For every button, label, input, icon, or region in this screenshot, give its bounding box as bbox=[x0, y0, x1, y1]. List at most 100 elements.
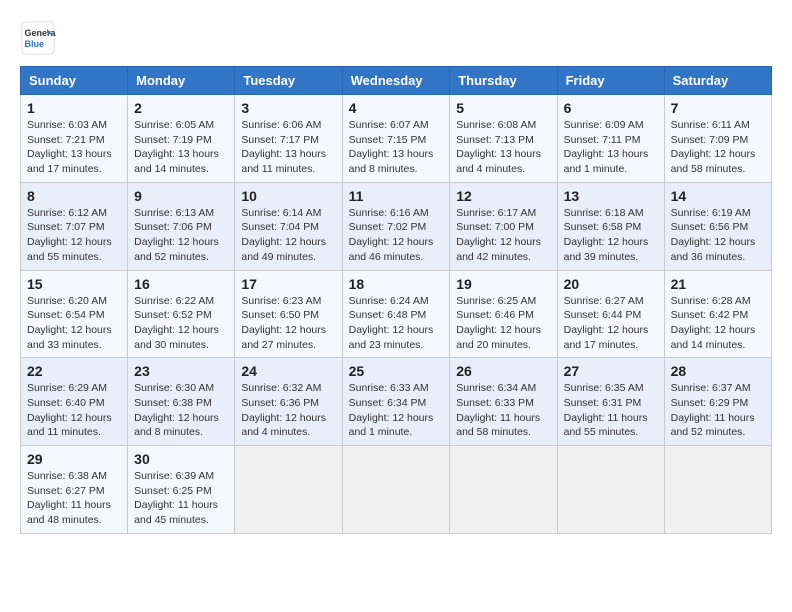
day-info: Sunrise: 6:37 AM Sunset: 6:29 PM Dayligh… bbox=[671, 381, 765, 440]
day-info: Sunrise: 6:27 AM Sunset: 6:44 PM Dayligh… bbox=[564, 294, 658, 353]
day-number: 26 bbox=[456, 363, 550, 379]
day-info: Sunrise: 6:05 AM Sunset: 7:19 PM Dayligh… bbox=[134, 118, 228, 177]
day-cell-30: 30 Sunrise: 6:39 AM Sunset: 6:25 PM Dayl… bbox=[128, 446, 235, 534]
day-number: 22 bbox=[27, 363, 121, 379]
day-number: 2 bbox=[134, 100, 228, 116]
day-info: Sunrise: 6:11 AM Sunset: 7:09 PM Dayligh… bbox=[671, 118, 765, 177]
day-cell-1: 1 Sunrise: 6:03 AM Sunset: 7:21 PM Dayli… bbox=[21, 95, 128, 183]
calendar-week-row: 8 Sunrise: 6:12 AM Sunset: 7:07 PM Dayli… bbox=[21, 182, 772, 270]
day-number: 5 bbox=[456, 100, 550, 116]
empty-cell bbox=[235, 446, 342, 534]
empty-cell bbox=[664, 446, 771, 534]
day-cell-13: 13 Sunrise: 6:18 AM Sunset: 6:58 PM Dayl… bbox=[557, 182, 664, 270]
day-info: Sunrise: 6:23 AM Sunset: 6:50 PM Dayligh… bbox=[241, 294, 335, 353]
day-info: Sunrise: 6:17 AM Sunset: 7:00 PM Dayligh… bbox=[456, 206, 550, 265]
empty-cell bbox=[450, 446, 557, 534]
day-cell-6: 6 Sunrise: 6:09 AM Sunset: 7:11 PM Dayli… bbox=[557, 95, 664, 183]
day-info: Sunrise: 6:03 AM Sunset: 7:21 PM Dayligh… bbox=[27, 118, 121, 177]
day-number: 16 bbox=[134, 276, 228, 292]
day-cell-29: 29 Sunrise: 6:38 AM Sunset: 6:27 PM Dayl… bbox=[21, 446, 128, 534]
day-cell-4: 4 Sunrise: 6:07 AM Sunset: 7:15 PM Dayli… bbox=[342, 95, 450, 183]
day-info: Sunrise: 6:08 AM Sunset: 7:13 PM Dayligh… bbox=[456, 118, 550, 177]
logo-icon: General Blue bbox=[20, 20, 56, 56]
day-number: 3 bbox=[241, 100, 335, 116]
page-header: General Blue bbox=[20, 20, 772, 56]
day-cell-22: 22 Sunrise: 6:29 AM Sunset: 6:40 PM Dayl… bbox=[21, 358, 128, 446]
column-header-sunday: Sunday bbox=[21, 67, 128, 95]
day-info: Sunrise: 6:39 AM Sunset: 6:25 PM Dayligh… bbox=[134, 469, 228, 528]
empty-cell bbox=[342, 446, 450, 534]
day-info: Sunrise: 6:32 AM Sunset: 6:36 PM Dayligh… bbox=[241, 381, 335, 440]
day-cell-7: 7 Sunrise: 6:11 AM Sunset: 7:09 PM Dayli… bbox=[664, 95, 771, 183]
day-number: 9 bbox=[134, 188, 228, 204]
day-number: 4 bbox=[349, 100, 444, 116]
day-number: 18 bbox=[349, 276, 444, 292]
day-info: Sunrise: 6:18 AM Sunset: 6:58 PM Dayligh… bbox=[564, 206, 658, 265]
day-number: 23 bbox=[134, 363, 228, 379]
day-number: 27 bbox=[564, 363, 658, 379]
day-info: Sunrise: 6:19 AM Sunset: 6:56 PM Dayligh… bbox=[671, 206, 765, 265]
day-cell-15: 15 Sunrise: 6:20 AM Sunset: 6:54 PM Dayl… bbox=[21, 270, 128, 358]
day-number: 12 bbox=[456, 188, 550, 204]
day-cell-2: 2 Sunrise: 6:05 AM Sunset: 7:19 PM Dayli… bbox=[128, 95, 235, 183]
svg-text:Blue: Blue bbox=[25, 39, 45, 49]
day-number: 29 bbox=[27, 451, 121, 467]
day-info: Sunrise: 6:22 AM Sunset: 6:52 PM Dayligh… bbox=[134, 294, 228, 353]
calendar-week-row: 1 Sunrise: 6:03 AM Sunset: 7:21 PM Dayli… bbox=[21, 95, 772, 183]
day-info: Sunrise: 6:35 AM Sunset: 6:31 PM Dayligh… bbox=[564, 381, 658, 440]
day-info: Sunrise: 6:16 AM Sunset: 7:02 PM Dayligh… bbox=[349, 206, 444, 265]
day-number: 11 bbox=[349, 188, 444, 204]
day-info: Sunrise: 6:28 AM Sunset: 6:42 PM Dayligh… bbox=[671, 294, 765, 353]
day-info: Sunrise: 6:12 AM Sunset: 7:07 PM Dayligh… bbox=[27, 206, 121, 265]
day-number: 28 bbox=[671, 363, 765, 379]
day-cell-28: 28 Sunrise: 6:37 AM Sunset: 6:29 PM Dayl… bbox=[664, 358, 771, 446]
calendar-week-row: 22 Sunrise: 6:29 AM Sunset: 6:40 PM Dayl… bbox=[21, 358, 772, 446]
day-number: 10 bbox=[241, 188, 335, 204]
day-info: Sunrise: 6:14 AM Sunset: 7:04 PM Dayligh… bbox=[241, 206, 335, 265]
day-info: Sunrise: 6:30 AM Sunset: 6:38 PM Dayligh… bbox=[134, 381, 228, 440]
day-cell-23: 23 Sunrise: 6:30 AM Sunset: 6:38 PM Dayl… bbox=[128, 358, 235, 446]
calendar-table: SundayMondayTuesdayWednesdayThursdayFrid… bbox=[20, 66, 772, 534]
column-header-saturday: Saturday bbox=[664, 67, 771, 95]
day-cell-5: 5 Sunrise: 6:08 AM Sunset: 7:13 PM Dayli… bbox=[450, 95, 557, 183]
day-cell-26: 26 Sunrise: 6:34 AM Sunset: 6:33 PM Dayl… bbox=[450, 358, 557, 446]
day-number: 20 bbox=[564, 276, 658, 292]
day-cell-11: 11 Sunrise: 6:16 AM Sunset: 7:02 PM Dayl… bbox=[342, 182, 450, 270]
day-info: Sunrise: 6:24 AM Sunset: 6:48 PM Dayligh… bbox=[349, 294, 444, 353]
calendar-body: 1 Sunrise: 6:03 AM Sunset: 7:21 PM Dayli… bbox=[21, 95, 772, 534]
empty-cell bbox=[557, 446, 664, 534]
day-info: Sunrise: 6:38 AM Sunset: 6:27 PM Dayligh… bbox=[27, 469, 121, 528]
logo: General Blue bbox=[20, 20, 60, 56]
day-cell-10: 10 Sunrise: 6:14 AM Sunset: 7:04 PM Dayl… bbox=[235, 182, 342, 270]
day-info: Sunrise: 6:29 AM Sunset: 6:40 PM Dayligh… bbox=[27, 381, 121, 440]
day-cell-16: 16 Sunrise: 6:22 AM Sunset: 6:52 PM Dayl… bbox=[128, 270, 235, 358]
day-number: 6 bbox=[564, 100, 658, 116]
column-header-friday: Friday bbox=[557, 67, 664, 95]
day-cell-3: 3 Sunrise: 6:06 AM Sunset: 7:17 PM Dayli… bbox=[235, 95, 342, 183]
day-number: 1 bbox=[27, 100, 121, 116]
day-cell-12: 12 Sunrise: 6:17 AM Sunset: 7:00 PM Dayl… bbox=[450, 182, 557, 270]
day-info: Sunrise: 6:20 AM Sunset: 6:54 PM Dayligh… bbox=[27, 294, 121, 353]
day-info: Sunrise: 6:25 AM Sunset: 6:46 PM Dayligh… bbox=[456, 294, 550, 353]
svg-text:General: General bbox=[25, 28, 57, 38]
day-info: Sunrise: 6:33 AM Sunset: 6:34 PM Dayligh… bbox=[349, 381, 444, 440]
day-cell-17: 17 Sunrise: 6:23 AM Sunset: 6:50 PM Dayl… bbox=[235, 270, 342, 358]
day-number: 21 bbox=[671, 276, 765, 292]
day-cell-8: 8 Sunrise: 6:12 AM Sunset: 7:07 PM Dayli… bbox=[21, 182, 128, 270]
day-cell-21: 21 Sunrise: 6:28 AM Sunset: 6:42 PM Dayl… bbox=[664, 270, 771, 358]
day-number: 8 bbox=[27, 188, 121, 204]
day-cell-27: 27 Sunrise: 6:35 AM Sunset: 6:31 PM Dayl… bbox=[557, 358, 664, 446]
day-cell-19: 19 Sunrise: 6:25 AM Sunset: 6:46 PM Dayl… bbox=[450, 270, 557, 358]
calendar-header-row: SundayMondayTuesdayWednesdayThursdayFrid… bbox=[21, 67, 772, 95]
day-number: 19 bbox=[456, 276, 550, 292]
day-cell-20: 20 Sunrise: 6:27 AM Sunset: 6:44 PM Dayl… bbox=[557, 270, 664, 358]
day-number: 17 bbox=[241, 276, 335, 292]
column-header-wednesday: Wednesday bbox=[342, 67, 450, 95]
day-info: Sunrise: 6:13 AM Sunset: 7:06 PM Dayligh… bbox=[134, 206, 228, 265]
day-number: 13 bbox=[564, 188, 658, 204]
day-info: Sunrise: 6:09 AM Sunset: 7:11 PM Dayligh… bbox=[564, 118, 658, 177]
day-cell-18: 18 Sunrise: 6:24 AM Sunset: 6:48 PM Dayl… bbox=[342, 270, 450, 358]
day-cell-9: 9 Sunrise: 6:13 AM Sunset: 7:06 PM Dayli… bbox=[128, 182, 235, 270]
day-cell-25: 25 Sunrise: 6:33 AM Sunset: 6:34 PM Dayl… bbox=[342, 358, 450, 446]
day-number: 30 bbox=[134, 451, 228, 467]
